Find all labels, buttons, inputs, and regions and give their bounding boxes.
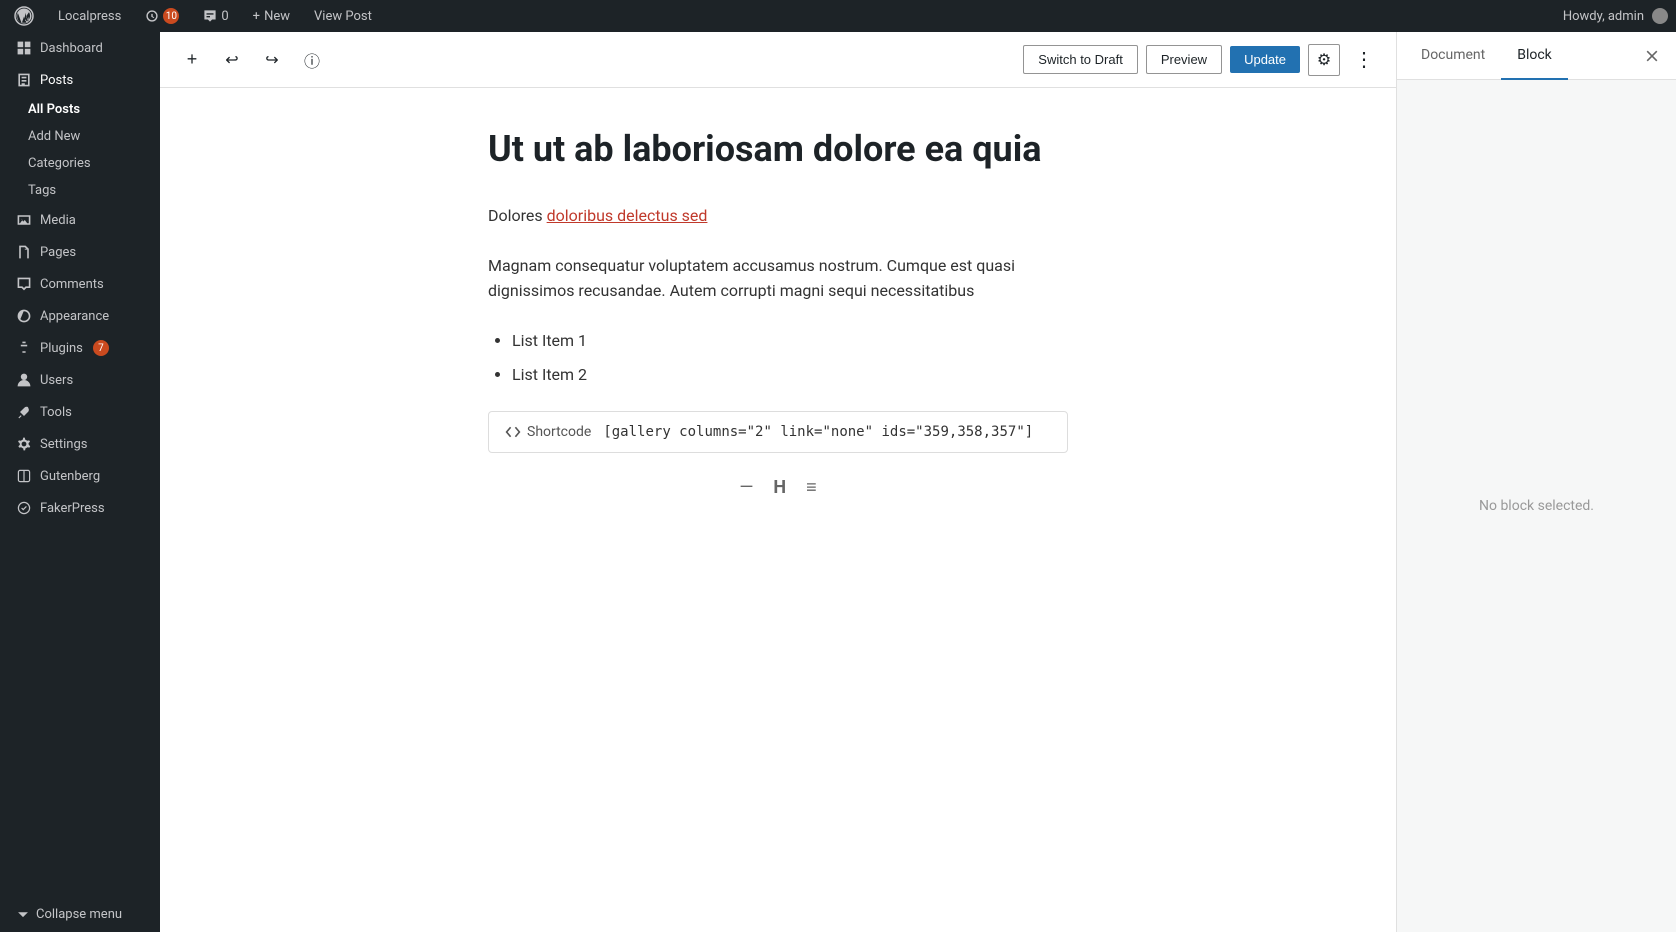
post-list: List Item 1 List Item 2 (488, 328, 1068, 387)
sidebar-label-pages: Pages (40, 245, 76, 260)
comments-btn[interactable]: 0 (197, 0, 234, 32)
sidebar-label-posts: Posts (40, 73, 73, 88)
user-info: Howdy, admin (1563, 8, 1668, 24)
sidebar-label-gutenberg: Gutenberg (40, 469, 100, 484)
redo-btn[interactable] (256, 44, 288, 76)
update-btn[interactable]: Update (1230, 46, 1300, 73)
sidebar-item-appearance[interactable]: Appearance (0, 300, 160, 332)
sidebar-item-comments[interactable]: Comments (0, 268, 160, 300)
sidebar-item-media[interactable]: Media (0, 204, 160, 236)
sidebar-label-users: Users (40, 373, 73, 388)
undo-btn[interactable] (216, 44, 248, 76)
admin-bar: Localpress 10 0 + New View Post Howdy, a… (0, 0, 1676, 32)
info-btn[interactable] (296, 44, 328, 76)
sidebar-label-tools: Tools (40, 405, 72, 420)
list-item-2[interactable]: List Item 2 (512, 362, 1068, 388)
sidebar-sub-add-new[interactable]: Add New (0, 123, 160, 150)
redo-icon (265, 50, 278, 70)
sidebar-label-settings: Settings (40, 437, 87, 452)
sidebar-item-posts[interactable]: Posts (0, 64, 160, 96)
sidebar: Dashboard Posts All Posts Add New Catego… (0, 32, 160, 932)
preview-btn[interactable]: Preview (1146, 45, 1222, 74)
info-icon (304, 48, 320, 72)
sidebar-label-plugins: Plugins (40, 341, 83, 356)
sidebar-sub-categories[interactable]: Categories (0, 150, 160, 177)
sidebar-label-dashboard: Dashboard (40, 41, 103, 56)
shortcode-input[interactable] (603, 424, 1051, 440)
sidebar-item-pages[interactable]: Pages (0, 236, 160, 268)
editor-toolbar: Switch to Draft Preview Update (160, 32, 1396, 88)
switch-to-draft-btn[interactable]: Switch to Draft (1023, 45, 1138, 74)
tab-block[interactable]: Block (1501, 32, 1568, 80)
editor-content: Ut ut ab laboriosam dolore ea quia Dolor… (160, 88, 1396, 932)
link-doloribus[interactable]: doloribus delectus sed (547, 206, 708, 225)
sidebar-label-fakerpress: FakerPress (40, 501, 105, 516)
right-panel: Document Block No block selected. (1396, 32, 1676, 932)
sidebar-item-tools[interactable]: Tools (0, 396, 160, 428)
plugins-badge: 7 (93, 340, 109, 356)
sidebar-item-gutenberg[interactable]: Gutenberg (0, 460, 160, 492)
right-panel-header: Document Block (1397, 32, 1676, 80)
gear-icon (1317, 50, 1331, 70)
panel-close-btn[interactable] (1636, 40, 1668, 72)
sidebar-item-settings[interactable]: Settings (0, 428, 160, 460)
sidebar-item-plugins[interactable]: Plugins 7 (0, 332, 160, 364)
shortcode-label: Shortcode (505, 424, 591, 440)
post-title[interactable]: Ut ut ab laboriosam dolore ea quia (488, 128, 1068, 171)
sidebar-label-comments: Comments (40, 277, 104, 292)
updates-btn[interactable]: 10 (139, 0, 185, 32)
new-btn[interactable]: + New (247, 0, 296, 32)
paragraph-1[interactable]: Dolores doloribus delectus sed (488, 203, 1068, 229)
sidebar-sub-tags[interactable]: Tags (0, 177, 160, 204)
list-icon[interactable]: ≡ (806, 477, 817, 498)
sidebar-label-media: Media (40, 213, 76, 228)
more-icon (1354, 47, 1374, 72)
sidebar-sub-all-posts[interactable]: All Posts (0, 96, 160, 123)
site-name[interactable]: Localpress (52, 0, 127, 32)
view-post-btn[interactable]: View Post (308, 0, 378, 32)
add-block-btn[interactable] (176, 44, 208, 76)
sidebar-label-appearance: Appearance (40, 309, 109, 324)
editor-inner: Ut ut ab laboriosam dolore ea quia Dolor… (468, 128, 1088, 498)
right-panel-content: No block selected. (1397, 80, 1676, 932)
tab-document[interactable]: Document (1405, 32, 1501, 80)
collapse-menu-btn[interactable]: Collapse menu (0, 897, 160, 932)
block-controls: — H ≡ (488, 477, 1068, 498)
shortcode-block[interactable]: Shortcode (488, 411, 1068, 453)
settings-btn[interactable] (1308, 44, 1340, 76)
separator-icon[interactable]: — (739, 477, 753, 498)
more-options-btn[interactable] (1348, 44, 1380, 76)
sidebar-item-dashboard[interactable]: Dashboard (0, 32, 160, 64)
sidebar-item-fakerpress[interactable]: FakerPress (0, 492, 160, 524)
paragraph-2[interactable]: Magnam consequatur voluptatem accusamus … (488, 253, 1068, 304)
editor-area: Switch to Draft Preview Update Ut ut ab … (160, 32, 1396, 932)
undo-icon (225, 50, 238, 70)
admin-avatar (1652, 8, 1668, 24)
plus-icon (187, 49, 198, 70)
wp-logo-btn[interactable] (8, 0, 40, 32)
list-item-1[interactable]: List Item 1 (512, 328, 1068, 354)
heading-icon[interactable]: H (773, 477, 786, 498)
sidebar-item-users[interactable]: Users (0, 364, 160, 396)
toolbar-actions: Switch to Draft Preview Update (1023, 44, 1380, 76)
